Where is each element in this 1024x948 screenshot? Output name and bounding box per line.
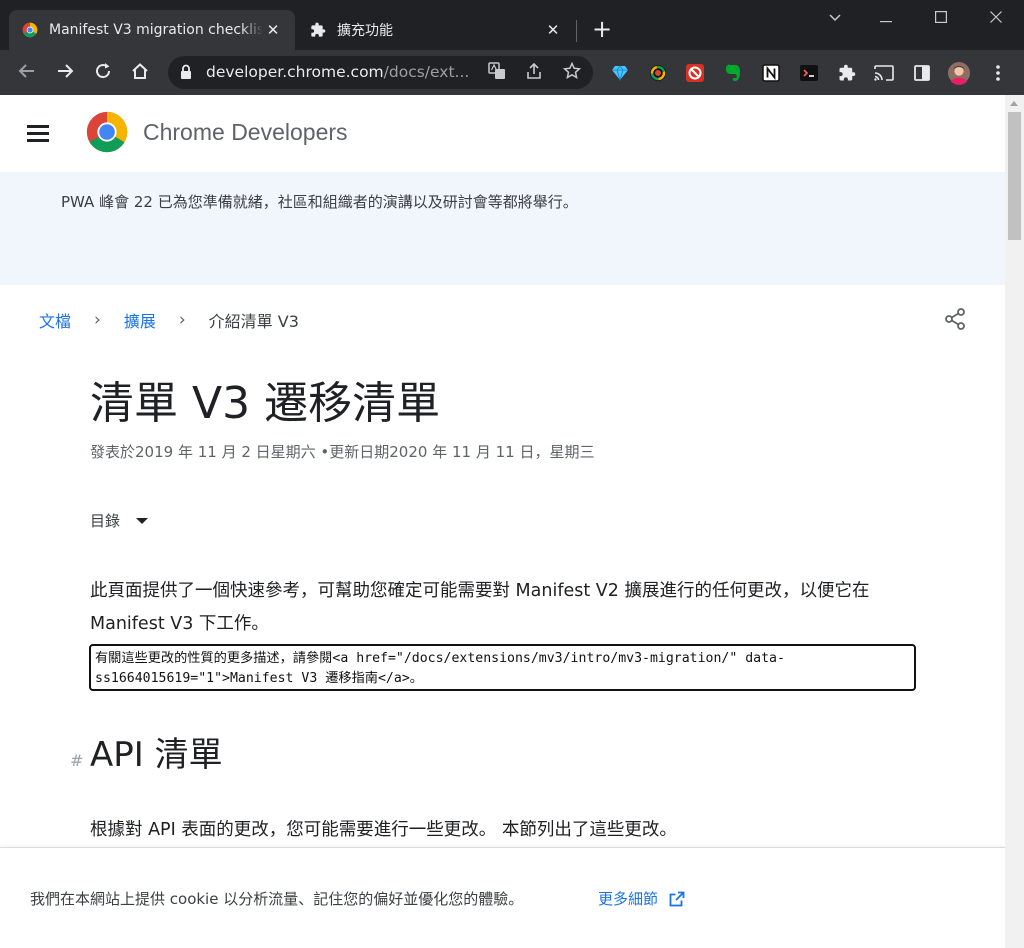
announcement-banner: PWA 峰會 22 已為您準備就緒，社區和組織者的演講以及研討會等都將舉行。: [0, 172, 1005, 285]
translate-icon[interactable]: [486, 62, 508, 84]
page-scrollbar[interactable]: [1005, 95, 1024, 948]
anchor-link[interactable]: #: [70, 751, 90, 770]
breadcrumb-current: 介紹清單 V3: [208, 312, 299, 331]
reload-button[interactable]: [90, 60, 116, 86]
tab-close-icon[interactable]: ✕: [543, 21, 563, 39]
address-bar[interactable]: developer.chrome.com/docs/ext...: [168, 56, 593, 89]
browser-toolbar: developer.chrome.com/docs/ext...: [0, 50, 1024, 95]
cookie-more-label: 更多細節: [598, 890, 659, 908]
intro-paragraph: 此頁面提供了一個快速參考，可幫助您確定可能需要對 Manifest V2 擴展進…: [90, 581, 870, 634]
puzzle-icon: [309, 21, 327, 39]
tab-title: Manifest V3 migration checklist: [49, 22, 263, 38]
chrome-logo-icon[interactable]: [85, 110, 129, 158]
color-ring-icon[interactable]: [647, 62, 669, 84]
breadcrumb-docs[interactable]: 文檔: [39, 308, 71, 332]
chevron-right-icon: ›: [94, 310, 101, 330]
site-header: Chrome Developers: [0, 95, 1005, 172]
forward-button[interactable]: [52, 60, 78, 86]
hamburger-menu-icon[interactable]: [27, 125, 49, 142]
chrome-favicon-icon: [21, 21, 39, 39]
lock-icon[interactable]: [180, 64, 192, 84]
url-text[interactable]: developer.chrome.com/docs/ext...: [206, 63, 482, 81]
terminal-icon[interactable]: [798, 62, 820, 84]
url-host: developer.chrome.com: [206, 63, 384, 81]
menu-icon[interactable]: [987, 62, 1009, 84]
section-paragraph: 根據對 API 表面的更改，您可能需要進行一些更改。 本節列出了這些更改。: [90, 820, 677, 840]
maximize-button[interactable]: [918, 6, 964, 30]
open-in-new-icon: [669, 891, 685, 906]
breadcrumb: 文檔 › 擴展 › 介紹清單 V3: [39, 308, 299, 332]
url-path: /docs/ext...: [383, 63, 470, 81]
tab-strip: Manifest V3 migration checklist ✕ 擴充功能 ✕…: [0, 0, 1024, 50]
caret-down-icon: [136, 517, 149, 524]
publish-date: 發表於2019 年 11 月 2 日星期六 •更新日期2020 年 11 月 1…: [90, 443, 595, 461]
tab-search-icon[interactable]: [812, 6, 858, 30]
diamond-icon[interactable]: [609, 62, 631, 84]
web-page: Chrome Developers PWA 峰會 22 已為您準備就緒，社區和組…: [0, 95, 1005, 948]
home-button[interactable]: [127, 60, 153, 86]
toc-toggle[interactable]: 目錄: [90, 510, 149, 531]
banner-text[interactable]: PWA 峰會 22 已為您準備就緒，社區和組織者的演講以及研討會等都將舉行。: [61, 191, 578, 212]
raw-html-text-box: 有關這些更改的性質的更多描述，請參閱<a href="/docs/extensi…: [89, 644, 916, 691]
section-heading: # API 清單: [70, 727, 223, 776]
scroll-up-icon[interactable]: [1010, 101, 1018, 106]
page-title: 清單 V3 遷移清單: [90, 378, 441, 429]
avatar[interactable]: [948, 62, 970, 85]
section-title: API 清單: [90, 735, 223, 775]
cookie-more-link[interactable]: 更多細節: [598, 888, 685, 909]
tab-title: 擴充功能: [337, 23, 393, 39]
tab-close-icon[interactable]: ✕: [263, 21, 283, 39]
chevron-right-icon: ›: [178, 310, 186, 330]
close-window-button[interactable]: [973, 6, 1019, 30]
share-page-icon[interactable]: [523, 62, 545, 84]
back-button[interactable]: [14, 60, 40, 86]
cookie-message: 我們在本網站上提供 cookie 以分析流量、記住您的偏好並優化您的體驗。: [30, 890, 524, 908]
toc-label: 目錄: [90, 512, 121, 530]
sidepanel-icon[interactable]: [911, 62, 933, 84]
tab-manifest[interactable]: Manifest V3 migration checklist ✕: [9, 10, 295, 50]
breadcrumb-extensions[interactable]: 擴展: [124, 308, 156, 332]
tab-divider: [576, 20, 577, 42]
new-tab-button[interactable]: +: [590, 17, 614, 43]
tab-extensions[interactable]: 擴充功能 ✕: [297, 10, 575, 50]
share-icon[interactable]: [943, 307, 967, 335]
cast-icon[interactable]: [873, 62, 895, 84]
site-title[interactable]: Chrome Developers: [143, 119, 348, 146]
block-icon[interactable]: [684, 62, 706, 84]
scrollbar-thumb[interactable]: [1008, 112, 1021, 240]
minimize-button[interactable]: [863, 6, 909, 30]
notion-icon[interactable]: [760, 62, 782, 84]
evernote-icon[interactable]: [722, 62, 744, 84]
puzzle-icon[interactable]: [836, 62, 858, 84]
bookmark-star-icon[interactable]: [561, 61, 583, 84]
cookie-bar: 我們在本網站上提供 cookie 以分析流量、記住您的偏好並優化您的體驗。 更多…: [0, 847, 1005, 948]
